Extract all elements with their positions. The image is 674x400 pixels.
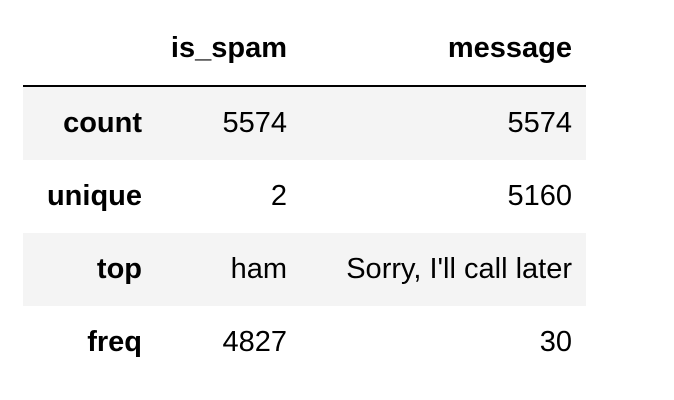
- cell-message: 5160: [507, 180, 572, 212]
- row-index-label: top: [96, 253, 142, 285]
- cell-message: Sorry, I'll call later: [346, 253, 572, 285]
- index-header: [23, 12, 156, 87]
- cell-message: 5574: [507, 107, 572, 139]
- describe-table: is_spam message count 5574 5574 unique 2…: [23, 12, 586, 379]
- cell-is-spam: 5574: [222, 107, 287, 139]
- table-row-freq: freq 4827 30: [23, 306, 586, 379]
- dataframe-output: is_spam message count 5574 5574 unique 2…: [23, 12, 586, 379]
- cell-is-spam: 2: [270, 180, 287, 212]
- table-row-unique: unique 2 5160: [23, 160, 586, 233]
- cell-is-spam: ham: [230, 253, 287, 285]
- column-header-message: message: [301, 12, 586, 87]
- cell-is-spam: 4827: [222, 326, 287, 358]
- table-row-top: top ham Sorry, I'll call later: [23, 233, 586, 306]
- header-row: is_spam message: [23, 12, 586, 87]
- row-index-label: count: [63, 107, 142, 139]
- cell-message: 30: [539, 326, 572, 358]
- column-header-is-spam: is_spam: [156, 12, 301, 87]
- row-index-label: freq: [87, 326, 142, 358]
- table-row-count: count 5574 5574: [23, 86, 586, 160]
- row-index-label: unique: [46, 180, 142, 212]
